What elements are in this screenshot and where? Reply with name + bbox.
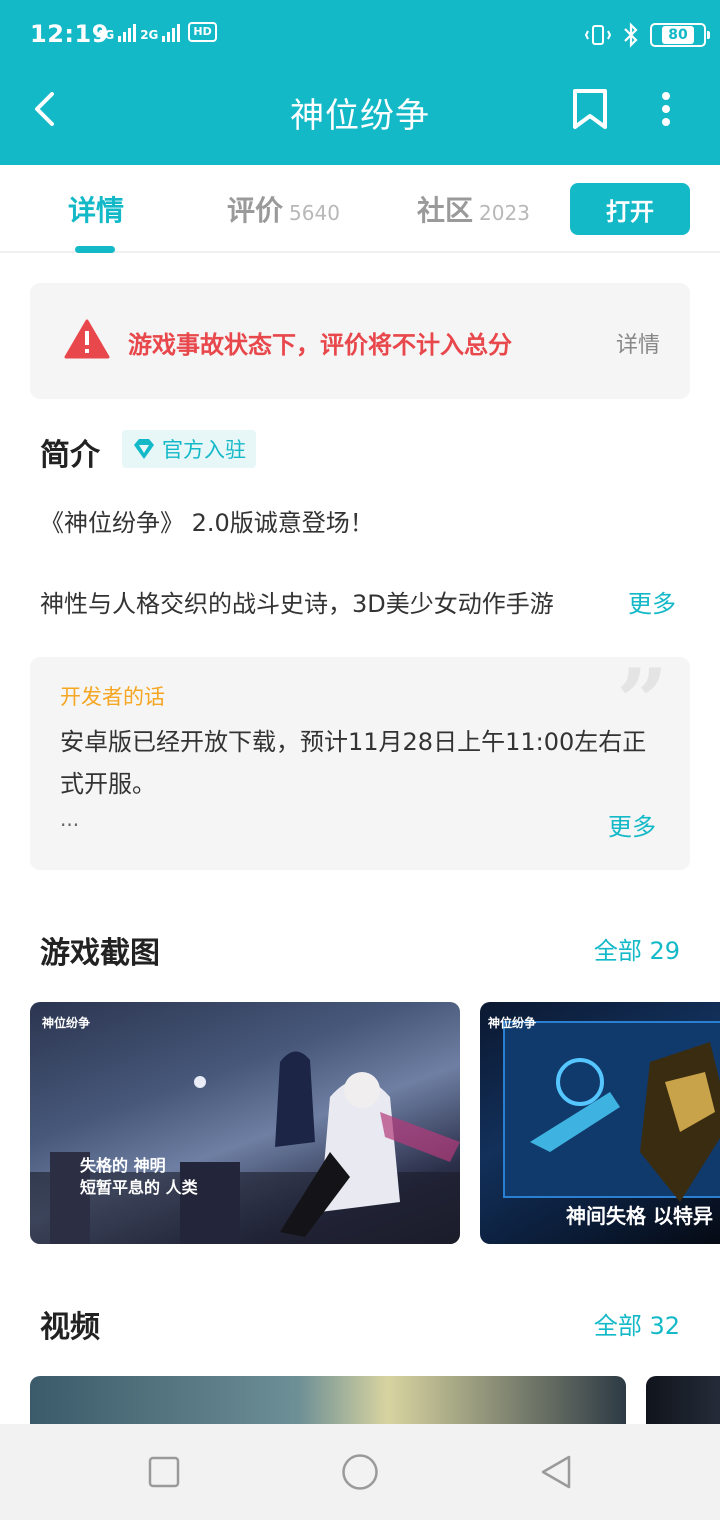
status-bar: 12:19 4G 2G HD 80 bbox=[0, 0, 720, 72]
tab-community[interactable]: 社区 2023 bbox=[417, 189, 530, 229]
videos-all-link[interactable]: 全部 32 bbox=[594, 1306, 680, 1341]
more-options-button[interactable] bbox=[646, 82, 686, 136]
system-back-button[interactable] bbox=[536, 1452, 576, 1492]
screenshot-2-logo: 神位纷争 bbox=[488, 1016, 537, 1030]
triangle-back-icon bbox=[541, 1455, 571, 1489]
developer-note-card: ” 开发者的话 安卓版已经开放下载，预计11月28日上午11:00左右正式开服。… bbox=[30, 657, 690, 870]
bookmark-icon bbox=[573, 89, 607, 129]
incident-warning-banner: 游戏事故状态下，评价将不计入总分 详情 bbox=[30, 283, 690, 399]
battery-icon: 80 bbox=[650, 23, 710, 47]
intro-line-1: 《神位纷争》 2.0版诚意登场！ bbox=[40, 509, 374, 537]
tab-active-indicator bbox=[75, 246, 115, 253]
status-right: 80 bbox=[584, 22, 710, 48]
official-badge-label: 官方入驻 bbox=[162, 438, 246, 462]
tab-reviews-label: 评价 bbox=[227, 194, 284, 227]
developer-note-ellipsis: ... bbox=[60, 807, 80, 831]
developer-note-title: 开发者的话 bbox=[60, 685, 165, 709]
developer-note-text: 安卓版已经开放下载，预计11月28日上午11:00左右正式开服。 bbox=[60, 728, 647, 798]
official-badge: 官方入驻 bbox=[122, 430, 256, 468]
open-button[interactable]: 打开 bbox=[570, 183, 690, 235]
more-vertical-icon bbox=[662, 92, 670, 126]
network-indicators: 4G 2G HD bbox=[96, 22, 217, 42]
hd-voice-icon: HD bbox=[188, 22, 217, 42]
tab-community-count: 2023 bbox=[479, 201, 530, 225]
developer-note-more-link[interactable]: 更多 bbox=[608, 807, 656, 842]
screenshot-thumbnail-1[interactable]: 神位纷争 失格的 神明 短暂平息的 人类 bbox=[30, 1002, 460, 1244]
net-2g-label: 2G bbox=[140, 28, 159, 42]
diamond-icon bbox=[134, 439, 154, 459]
tab-details[interactable]: 详情 bbox=[68, 189, 124, 229]
screenshot-1-caption-b: 短暂平息的 人类 bbox=[80, 1178, 198, 1197]
home-button[interactable] bbox=[340, 1452, 380, 1492]
nav-bar: 神位纷争 bbox=[0, 72, 720, 165]
bluetooth-icon bbox=[624, 22, 638, 48]
screenshot-thumbnail-2[interactable]: 神位纷争 神间失格 以特异 bbox=[480, 1002, 720, 1244]
tab-reviews-count: 5640 bbox=[289, 201, 340, 225]
bookmark-button[interactable] bbox=[566, 82, 614, 136]
square-icon bbox=[148, 1456, 180, 1488]
warning-detail-link[interactable]: 详情 bbox=[616, 327, 660, 359]
intro-heading: 简介 bbox=[40, 438, 100, 473]
warning-text: 游戏事故状态下，评价将不计入总分 bbox=[128, 331, 512, 359]
videos-heading: 视频 bbox=[40, 1310, 100, 1345]
system-navigation-bar bbox=[0, 1424, 720, 1520]
screenshot-1-caption-a: 失格的 神明 bbox=[80, 1156, 166, 1175]
screenshots-heading: 游戏截图 bbox=[40, 936, 160, 971]
battery-level: 80 bbox=[662, 26, 694, 44]
screenshot-2-caption: 神间失格 以特异 bbox=[566, 1204, 713, 1228]
intro-line-2: 神性与人格交织的战斗史诗，3D美少女动作手游 bbox=[40, 590, 554, 618]
recent-apps-button[interactable] bbox=[144, 1452, 184, 1492]
tab-community-label: 社区 bbox=[417, 194, 474, 227]
vibrate-icon bbox=[584, 25, 612, 45]
tab-reviews[interactable]: 评价 5640 bbox=[227, 189, 340, 229]
screenshot-1-art bbox=[30, 1051, 460, 1244]
intro-more-link[interactable]: 更多 bbox=[628, 584, 676, 619]
screenshot-1-logo: 神位纷争 bbox=[42, 1016, 91, 1030]
signal-2g-icon bbox=[162, 22, 181, 42]
net-4g-label: 4G bbox=[96, 28, 115, 42]
signal-4g-icon bbox=[118, 22, 137, 42]
app-header: 12:19 4G 2G HD 80 神位纷争 bbox=[0, 0, 720, 165]
screenshots-all-link[interactable]: 全部 29 bbox=[594, 931, 680, 966]
tab-bar: 详情 评价 5640 社区 2023 打开 bbox=[0, 165, 720, 253]
warning-icon bbox=[64, 319, 110, 359]
tab-details-label: 详情 bbox=[68, 194, 125, 227]
circle-icon bbox=[342, 1454, 378, 1490]
